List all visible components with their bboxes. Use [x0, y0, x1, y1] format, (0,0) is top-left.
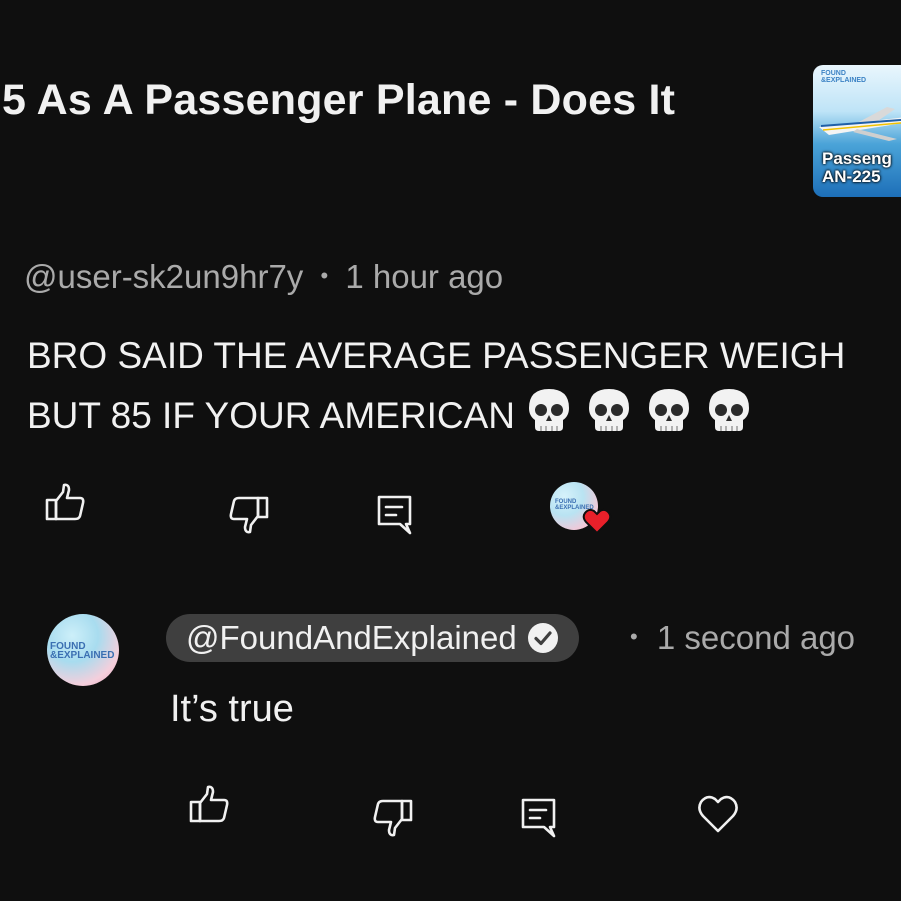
meta-separator: • [320, 263, 329, 288]
dislike-icon [229, 496, 269, 534]
heart-icon [698, 795, 738, 833]
comment-text-line2-text: BUT 85 IF YOUR AMERICAN [27, 395, 515, 436]
reply-icon [377, 495, 412, 535]
dislike-icon [373, 799, 413, 837]
reply-time[interactable]: 1 second ago [657, 619, 855, 656]
skull-emoji [523, 386, 575, 438]
comment-text-line1: BRO SAID THE AVERAGE PASSENGER WEIGH [27, 335, 846, 376]
video-title[interactable]: 5 As A Passenger Plane - Does It [2, 76, 675, 125]
comment-time[interactable]: 1 hour ago [345, 258, 503, 295]
comment-text-line2: BUT 85 IF YOUR AMERICAN [27, 386, 845, 446]
meta-separator: • [630, 624, 638, 649]
creator-heart-icon [582, 508, 612, 535]
thumbnail-brand: FOUND &EXPLAINED [821, 70, 867, 84]
comment-meta: @user-sk2un9hr7y • 1 hour ago [24, 258, 503, 296]
reply-avatar[interactable]: FOUND &EXPLAINED [47, 614, 119, 686]
reply-like-button[interactable] [188, 784, 232, 828]
reply-author: @FoundAndExplained [186, 619, 517, 656]
reply-body: It’s true [170, 688, 294, 730]
like-icon [45, 483, 85, 521]
thumbnail-caption: Passeng AN-225 [822, 150, 892, 186]
reply-avatar-brand: FOUND &EXPLAINED [50, 641, 115, 661]
dislike-button[interactable] [228, 494, 272, 538]
comment-author[interactable]: @user-sk2un9hr7y [24, 258, 303, 295]
reply-button[interactable] [374, 493, 418, 537]
like-icon [189, 785, 229, 823]
reply-author-chip[interactable]: @FoundAndExplained [166, 614, 579, 662]
airplane-icon [819, 107, 901, 141]
reply-dislike-button[interactable] [372, 797, 416, 841]
video-thumbnail[interactable]: FOUND &EXPLAINED Passeng AN-225 [813, 65, 901, 197]
thumbnail-caption-line1: Passeng [822, 149, 892, 168]
like-button[interactable] [44, 482, 88, 526]
skull-emoji [703, 386, 755, 438]
skull-emoji-group [515, 389, 755, 436]
verified-icon [527, 623, 558, 653]
reply-heart-button[interactable] [696, 793, 740, 837]
reply-icon [521, 798, 556, 838]
skull-emoji [583, 386, 635, 438]
reply-reply-button[interactable] [518, 796, 562, 840]
skull-emoji [643, 386, 695, 438]
reply-meta: • 1 second ago [630, 619, 855, 657]
thumbnail-caption-line2: AN-225 [822, 167, 881, 186]
comment-body: BRO SAID THE AVERAGE PASSENGER WEIGH BUT… [27, 326, 845, 446]
